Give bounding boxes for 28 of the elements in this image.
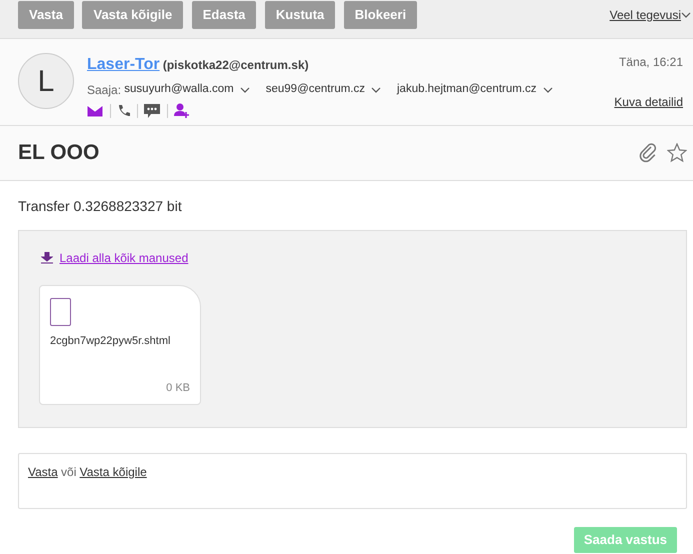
download-icon bbox=[41, 252, 53, 264]
paperclip-icon bbox=[639, 143, 657, 163]
subject-title: EL OOO bbox=[18, 140, 100, 166]
file-icon bbox=[50, 298, 71, 326]
sender-email: (piskotka22@centrum.sk) bbox=[162, 57, 309, 74]
chat-icon[interactable] bbox=[144, 104, 160, 118]
caret-icon bbox=[240, 86, 250, 94]
more-actions-link[interactable]: Veel tegevusi bbox=[610, 6, 681, 24]
recipient-address[interactable]: seu99@centrum.cz bbox=[266, 81, 365, 99]
avatar: L bbox=[18, 53, 74, 109]
phone-icon[interactable] bbox=[117, 104, 130, 117]
recipient-address[interactable]: susuyurh@walla.com bbox=[124, 81, 234, 99]
attachment-card[interactable]: 2cgbn7wp22pyw5r.shtml 0 KB bbox=[39, 285, 201, 405]
separator-text: või bbox=[61, 464, 76, 481]
star-icon[interactable] bbox=[667, 143, 687, 163]
message-date: Täna, 16:21 bbox=[618, 54, 683, 71]
file-name: 2cgbn7wp22pyw5r.shtml bbox=[50, 334, 172, 348]
mail-icon[interactable] bbox=[87, 104, 103, 116]
download-all-link[interactable]: Laadi alla kõik manused bbox=[60, 249, 188, 267]
details-link[interactable]: Kuva detailid bbox=[614, 93, 683, 111]
file-size: 0 KB bbox=[166, 380, 190, 396]
caret-icon bbox=[542, 86, 553, 94]
caret-icon bbox=[681, 11, 691, 19]
message-body: Transfer 0.3268823327 bit bbox=[17, 197, 183, 216]
recipient-address[interactable]: jakub.hejtman@centrum.cz bbox=[397, 81, 537, 99]
add-contact-icon[interactable] bbox=[174, 103, 189, 118]
caret-icon bbox=[371, 86, 381, 94]
recipient-label: Saaja: bbox=[87, 82, 122, 99]
